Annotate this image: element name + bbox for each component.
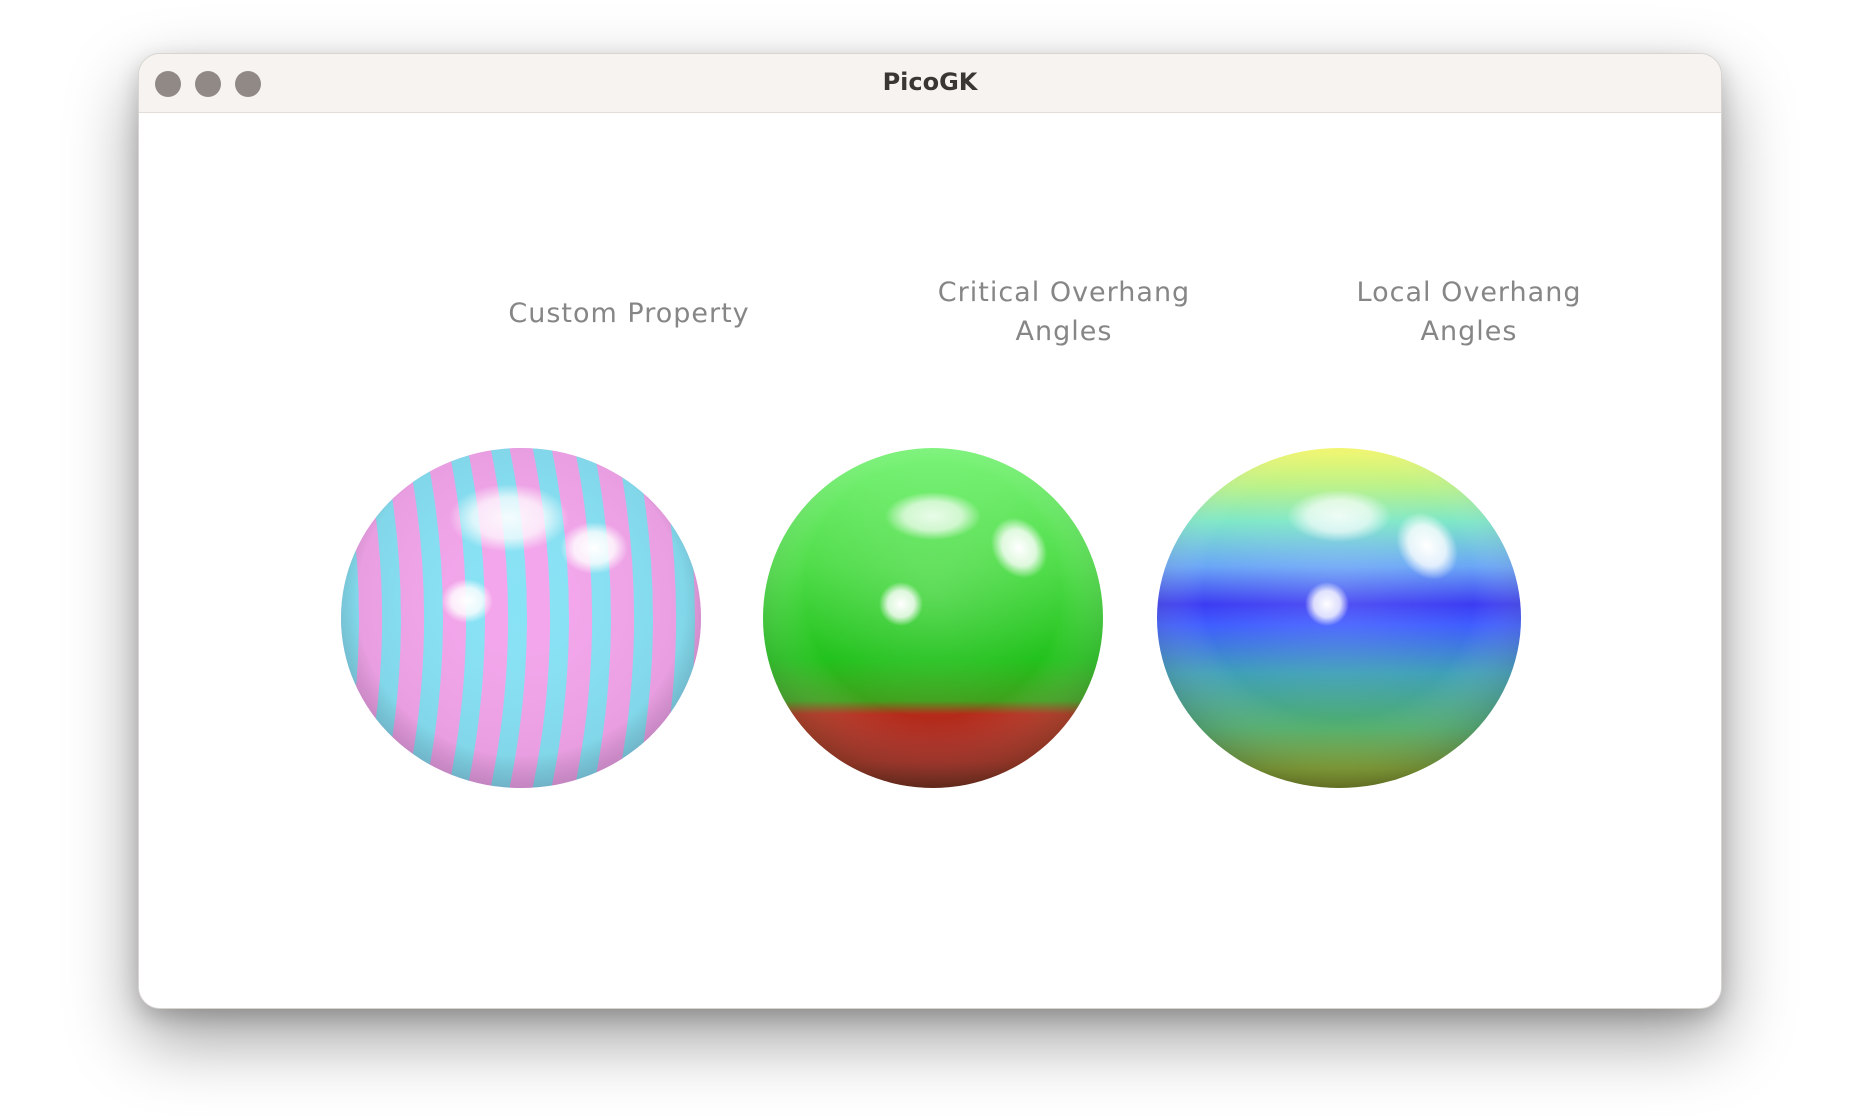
local-overhang-sphere[interactable] bbox=[1157, 446, 1521, 790]
critical-overhang-sphere[interactable] bbox=[761, 446, 1105, 790]
viewport[interactable]: Custom Property Critical Overhang Angles … bbox=[139, 113, 1721, 1008]
window-title: PicoGK bbox=[882, 68, 978, 96]
sphere-label-custom-property: Custom Property bbox=[508, 298, 750, 329]
sphere-label-local-overhang: Local Overhang Angles bbox=[1356, 277, 1582, 347]
custom-property-sphere[interactable] bbox=[339, 446, 703, 790]
sphere-label-critical-overhang: Critical Overhang Angles bbox=[937, 277, 1191, 347]
sphere-stripe bbox=[339, 446, 340, 790]
app-window: PicoGK Custom Property Critical Overhang… bbox=[138, 53, 1722, 1009]
title-bar[interactable]: PicoGK bbox=[139, 54, 1721, 113]
